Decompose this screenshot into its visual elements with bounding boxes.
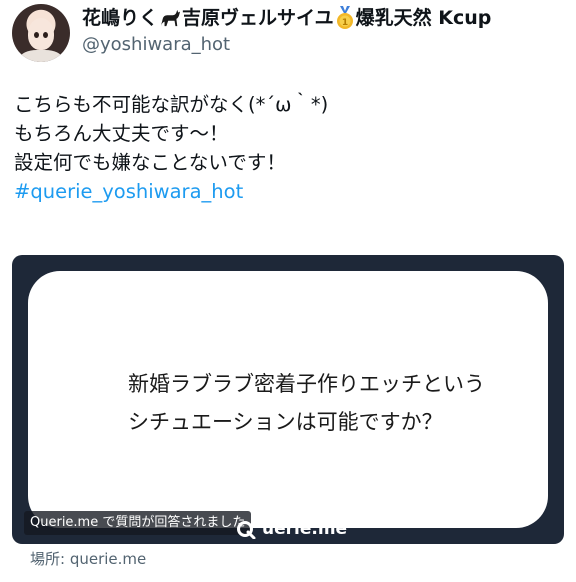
card-source-label[interactable]: 場所: querie.me	[30, 549, 146, 569]
tweet-header: 花嶋りく 吉原ヴェルサイユ 1 爆乳天然 Kcup @yoshiwara_hot	[12, 4, 491, 62]
tweet-line-3: 設定何でも嫌なことないです！	[14, 151, 286, 174]
querie-card[interactable]: 新婚ラブラブ密着子作りエッチという シチュエーションは可能ですか？ Querie…	[12, 255, 564, 544]
question-text: 新婚ラブラブ密着子作りエッチという シチュエーションは可能ですか？	[128, 365, 485, 441]
avatar-eye-right	[43, 32, 48, 38]
querie-brand: uerie.me	[236, 519, 347, 539]
medal-icon: 1	[336, 6, 353, 29]
querie-brand-text: uerie.me	[262, 519, 348, 539]
tweet-line-1: こちらも不可能な訳がなく(*´ω｀*)	[14, 93, 329, 116]
user-handle[interactable]: @yoshiwara_hot	[82, 32, 491, 58]
question-line-2: シチュエーションは可能ですか？	[128, 410, 443, 434]
question-line-1: 新婚ラブラブ密着子作りエッチという	[128, 372, 485, 396]
avatar-eye-left	[34, 32, 39, 38]
display-name-part3: 爆乳天然 Kcup	[355, 7, 492, 29]
querie-logo-icon	[237, 521, 256, 539]
user-names: 花嶋りく 吉原ヴェルサイユ 1 爆乳天然 Kcup @yoshiwara_hot	[82, 4, 491, 58]
question-panel: 新婚ラブラブ密着子作りエッチという シチュエーションは可能ですか？	[28, 271, 548, 528]
display-name-part2: 吉原ヴェルサイユ	[182, 7, 334, 29]
card-caption-badge: Querie.me で質問が回答されました	[24, 511, 252, 535]
tweet-line-2: もちろん大丈夫です〜！	[14, 122, 229, 145]
display-name-part1: 花嶋りく	[82, 7, 159, 29]
avatar[interactable]	[12, 4, 70, 62]
tweet: 花嶋りく 吉原ヴェルサイユ 1 爆乳天然 Kcup @yoshiwara_hot…	[0, 0, 576, 582]
avatar-shirt	[20, 50, 62, 62]
hashtag-link[interactable]: #querie_yoshiwara_hot	[14, 177, 328, 206]
tweet-body: こちらも不可能な訳がなく(*´ω｀*) もちろん大丈夫です〜！ 設定何でも嫌なこ…	[14, 90, 328, 206]
cat-icon	[160, 9, 181, 27]
svg-text:1: 1	[342, 18, 348, 28]
display-name[interactable]: 花嶋りく 吉原ヴェルサイユ 1 爆乳天然 Kcup	[82, 6, 491, 30]
avatar-face	[28, 18, 54, 50]
